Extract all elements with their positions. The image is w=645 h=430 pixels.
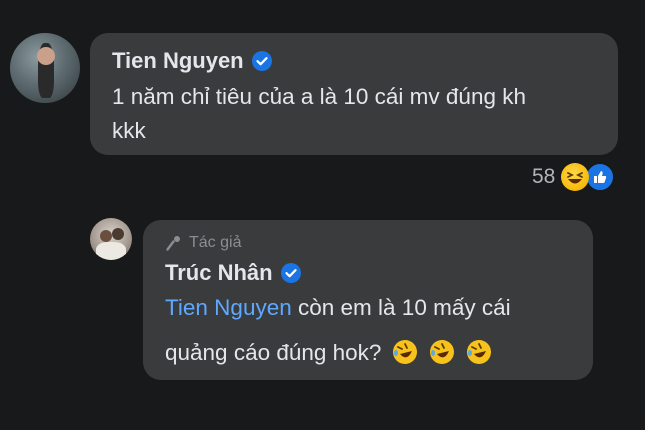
- reply-text-line-2-text: quảng cáo đúng hok?: [165, 340, 382, 365]
- rofl-emoji-icon: [429, 340, 454, 364]
- reaction-summary[interactable]: 58: [532, 162, 616, 192]
- rofl-emoji-icon: [392, 340, 417, 364]
- comment-author-row: Tien Nguyen: [112, 48, 272, 74]
- reaction-count: 58: [532, 165, 556, 188]
- comment-text-line-2: kkk: [112, 118, 146, 143]
- author-badge-label: Tác giả: [189, 234, 242, 251]
- like-icon: [585, 162, 616, 192]
- laughing-emoji-icon: [561, 163, 590, 191]
- reply-text-rest: còn em là 10 mấy cái: [291, 295, 511, 320]
- microphone-icon: [166, 236, 180, 251]
- reply-text-line-2: quảng cáo đúng hok?: [165, 336, 493, 370]
- reply-text-line-1: Tien Nguyen còn em là 10 mấy cái: [165, 291, 511, 325]
- reply-author-row: Trúc Nhân: [165, 260, 301, 286]
- verified-badge-icon: [251, 51, 272, 71]
- author-badge: Tác giả: [165, 234, 241, 252]
- reply-author-name[interactable]: Trúc Nhân: [165, 260, 273, 286]
- mention-link[interactable]: Tien Nguyen: [165, 295, 292, 320]
- comment-author-name[interactable]: Tien Nguyen: [112, 48, 244, 74]
- reply-author-avatar[interactable]: [90, 218, 132, 260]
- verified-badge-icon: [280, 263, 301, 283]
- comment-text-line-1: 1 năm chỉ tiêu của a là 10 cái mv đúng k…: [112, 84, 526, 109]
- rofl-emoji-icon: [467, 340, 492, 364]
- commenter-avatar[interactable]: [10, 33, 80, 103]
